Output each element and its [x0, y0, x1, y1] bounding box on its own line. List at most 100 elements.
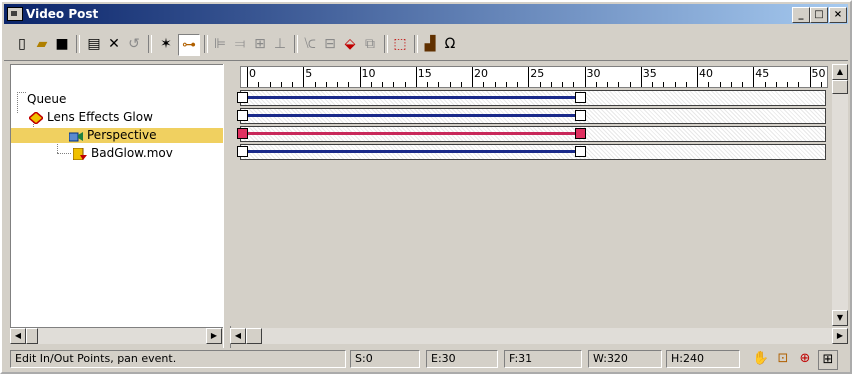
tree-scroll-thumb[interactable]	[26, 328, 38, 344]
ruler-tick	[753, 67, 755, 87]
ruler-tick	[438, 82, 440, 87]
event-range-bar[interactable]	[242, 150, 580, 153]
edit-event-icon[interactable]: ▤	[84, 34, 104, 54]
range-out-point-handle[interactable]	[574, 92, 586, 103]
range-in-point-handle[interactable]	[237, 110, 248, 121]
zoom-extents-icon[interactable]: ⊡	[774, 350, 792, 368]
ruler-tick	[247, 67, 248, 87]
range-in-point-handle[interactable]	[237, 128, 248, 139]
align-right-icon[interactable]: ⫤	[230, 34, 250, 54]
range-in-point-handle[interactable]	[237, 146, 248, 157]
track-horizontal-scrollbar[interactable]: ◀ ▶	[230, 328, 848, 344]
status-bar: Edit In/Out Points, pan event. S:0 E:30 …	[4, 348, 848, 370]
ruler-label: 35	[642, 67, 657, 80]
add-image-layer-icon[interactable]: ⧉	[360, 34, 380, 54]
add-image-input-icon[interactable]: ⊟	[320, 34, 340, 54]
track-scroll-thumb[interactable]	[246, 328, 262, 344]
scroll-up-button[interactable]: ▲	[832, 64, 848, 80]
time-ruler[interactable]: 0 5 10 15 20 25 30 35 40 45 50	[240, 66, 833, 88]
image-output-event-icon	[72, 147, 87, 160]
track-scroll-left-button[interactable]: ◀	[230, 328, 246, 344]
ruler-tick	[685, 82, 687, 87]
event-range-bar[interactable]	[242, 132, 580, 135]
save-sequence-icon[interactable]: ■	[52, 34, 72, 54]
status-end-frame: E:30	[426, 350, 498, 368]
ruler-label: 50	[811, 67, 826, 80]
ruler-tick	[528, 67, 530, 87]
execute-sequence-icon[interactable]: ✶	[156, 34, 176, 54]
ruler-tick	[292, 82, 293, 87]
scroll-down-button[interactable]: ▼	[832, 310, 848, 326]
ruler-tick	[269, 82, 271, 87]
ruler-tick	[370, 82, 372, 87]
scene-event-icon	[68, 130, 83, 142]
add-loop-icon[interactable]: Ω	[440, 34, 460, 54]
ruler-tick	[584, 67, 586, 87]
event-track-row[interactable]	[237, 144, 826, 160]
ruler-tick	[742, 82, 743, 87]
ruler-label: 45	[755, 67, 770, 80]
align-left-icon[interactable]: ⊫	[210, 34, 230, 54]
ruler-tick	[393, 82, 395, 87]
vertical-scrollbar[interactable]: ▲ ▼	[832, 64, 848, 326]
tree-item-label: Perspective	[87, 128, 157, 142]
event-range-bar[interactable]	[242, 96, 580, 99]
ruler-tick	[697, 67, 698, 87]
status-height: H:240	[666, 350, 740, 368]
track-area[interactable]: 0 5 10 15 20 25 30 35 40 45 50	[230, 64, 833, 326]
ruler-tick	[595, 82, 597, 87]
title-bar[interactable]: Video Post _ □ ×	[4, 4, 848, 24]
event-track-row[interactable]	[237, 108, 826, 124]
ruler-tick	[517, 82, 518, 87]
swap-events-icon[interactable]: ↺	[124, 34, 144, 54]
status-width: W:320	[588, 350, 662, 368]
ruler-tick	[460, 82, 462, 87]
maximize-button[interactable]: □	[810, 7, 828, 23]
ruler-label: 30	[586, 67, 601, 80]
ruler-tick	[652, 82, 653, 87]
minimize-button[interactable]: _	[792, 7, 810, 23]
open-sequence-icon[interactable]: ▰	[32, 34, 52, 54]
video-post-app-icon	[7, 7, 23, 21]
add-image-filter-icon[interactable]: ⬙	[340, 34, 360, 54]
ruler-tick	[382, 82, 383, 87]
status-start-frame: S:0	[350, 350, 420, 368]
tree-item-badglow-mov[interactable]: BadGlow.mov	[72, 146, 173, 161]
tree-horizontal-scrollbar[interactable]: ◀ ▶	[10, 328, 222, 344]
ruler-tick	[550, 82, 552, 87]
event-track-row[interactable]	[237, 90, 826, 106]
delete-event-icon[interactable]: ✕	[104, 34, 124, 54]
make-same-size-icon[interactable]: ⊞	[250, 34, 270, 54]
range-out-point-handle[interactable]	[574, 110, 586, 121]
tree-scroll-left-button[interactable]: ◀	[10, 328, 26, 344]
range-out-point-handle[interactable]	[574, 146, 586, 157]
video-post-window: Video Post _ □ × ▯ ▰ ■ ▤ ✕ ↺ ✶ ⊶ ⊫ ⫤ ⊞ ⊥…	[0, 0, 852, 374]
tree-scroll-right-button[interactable]: ▶	[206, 328, 222, 344]
ruler-tick	[809, 67, 811, 87]
ruler-label: 0	[249, 67, 256, 80]
ruler-tick	[427, 82, 428, 87]
zoom-time-icon[interactable]: ⊕	[796, 350, 814, 368]
vertical-scroll-thumb[interactable]	[832, 80, 848, 94]
tree-item-perspective[interactable]: Perspective	[11, 128, 223, 143]
edit-range-bar-icon[interactable]: ⊶	[178, 34, 200, 56]
new-sequence-icon[interactable]: ▯	[12, 34, 32, 54]
range-out-point-handle[interactable]	[574, 128, 586, 139]
ruler-tick	[303, 67, 305, 87]
tree-item-lens-effects-glow[interactable]: Lens Effects Glow	[27, 110, 153, 125]
close-button[interactable]: ×	[829, 7, 847, 23]
event-track-row[interactable]	[237, 126, 826, 142]
abut-events-icon[interactable]: ⊥	[270, 34, 290, 54]
track-scroll-right-button[interactable]: ▶	[832, 328, 848, 344]
range-in-point-handle[interactable]	[237, 92, 248, 103]
tree-item-queue[interactable]: Queue	[27, 92, 66, 107]
zoom-region-icon[interactable]: ⊞	[818, 350, 838, 370]
ruler-tick	[415, 67, 417, 87]
tree-item-label: BadGlow.mov	[91, 146, 173, 160]
queue-tree[interactable]: Queue Lens Effects Glow Perspective BadG…	[10, 64, 224, 328]
add-scene-event-icon[interactable]: ⟈	[300, 34, 320, 54]
pan-hand-icon[interactable]: ✋	[752, 350, 770, 368]
add-external-icon[interactable]: ▟	[420, 34, 440, 54]
event-range-bar[interactable]	[242, 114, 580, 117]
add-image-output-icon[interactable]: ⬚	[390, 34, 410, 54]
